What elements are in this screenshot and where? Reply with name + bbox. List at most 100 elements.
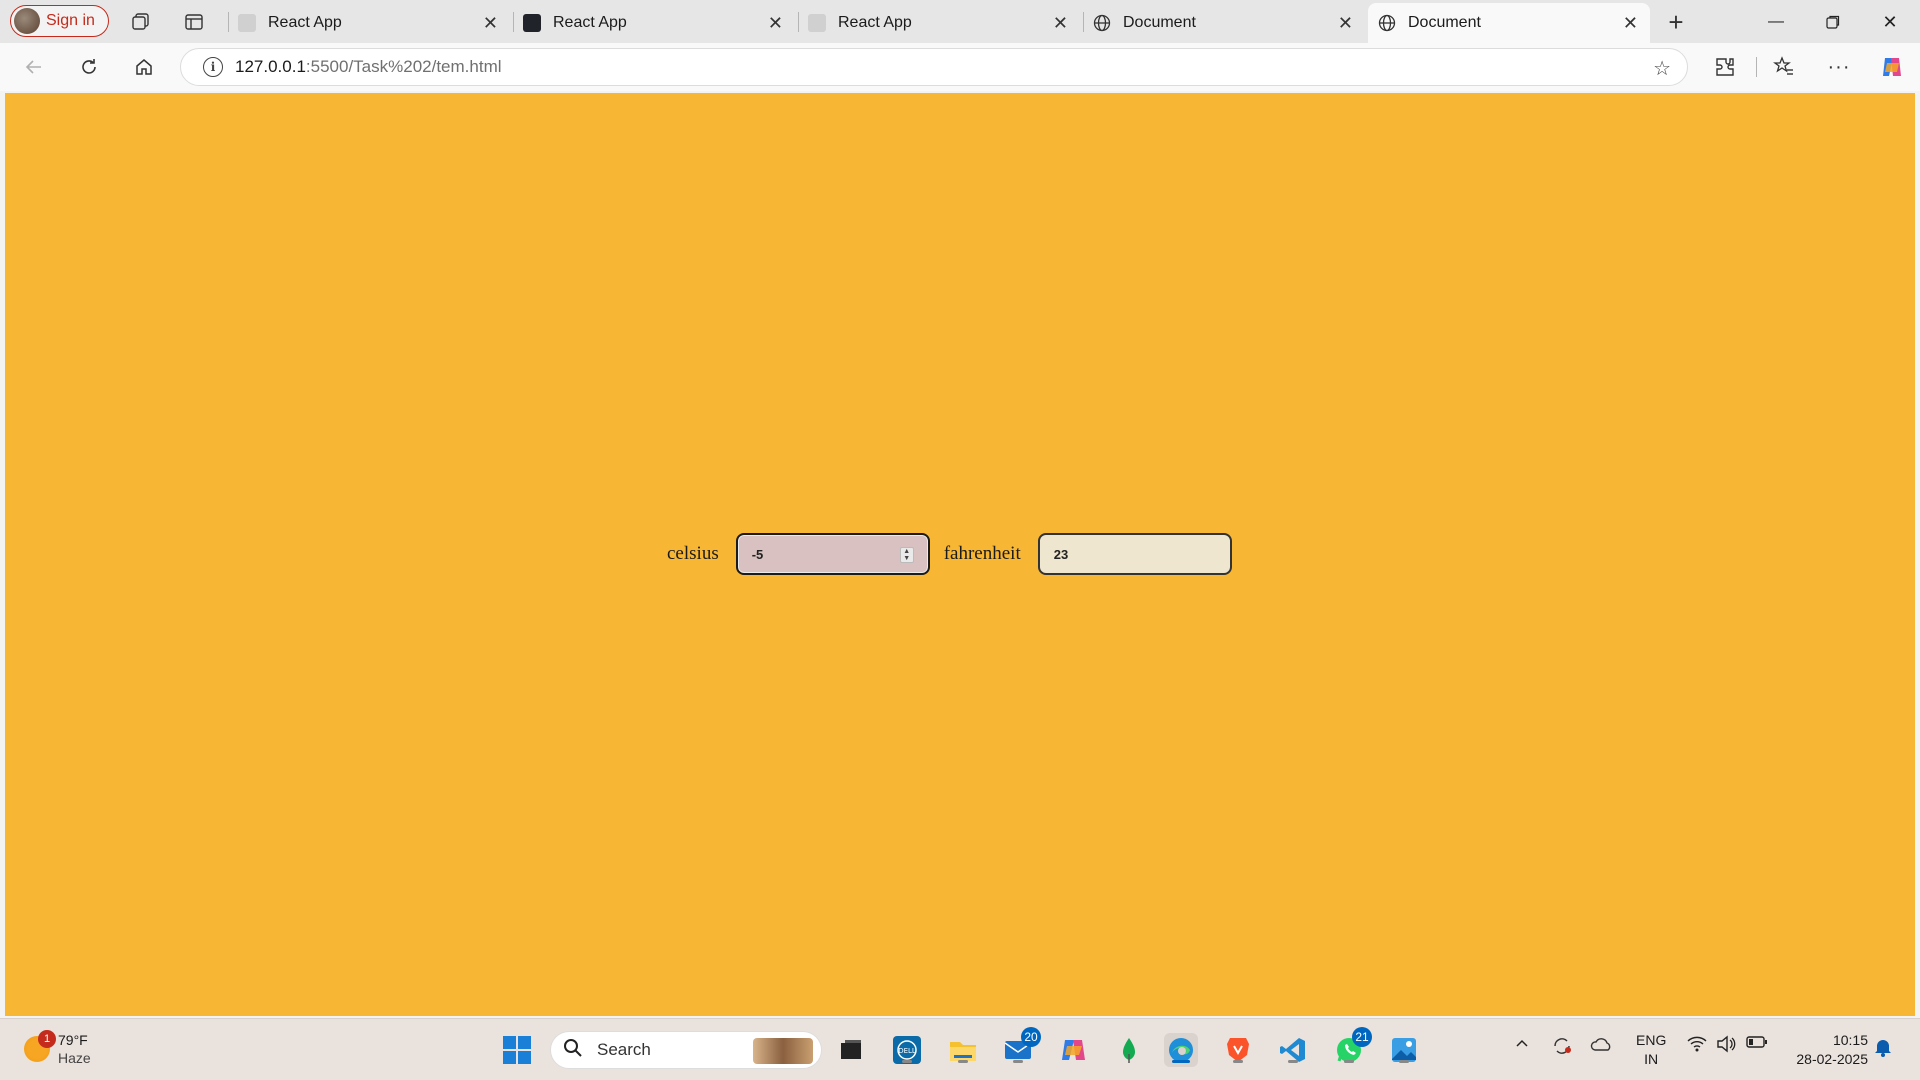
signin-button[interactable]: Sign in [10, 5, 109, 37]
mail-icon[interactable]: 20 [1001, 1027, 1041, 1067]
weather-badge: 1 [38, 1030, 56, 1048]
brave-browser-icon[interactable] [1221, 1033, 1255, 1067]
clock[interactable]: 10:15 28-02-2025 [1796, 1031, 1868, 1069]
search-label: Search [597, 1040, 651, 1059]
running-indicator [1013, 1060, 1023, 1063]
vscode-icon[interactable] [1276, 1033, 1310, 1067]
close-icon[interactable]: ✕ [483, 13, 498, 34]
more-options-icon[interactable]: ··· [1823, 53, 1855, 81]
weather-temp: 79°F [58, 1032, 88, 1048]
dell-app-icon[interactable]: DELL [890, 1033, 924, 1067]
home-icon[interactable] [128, 53, 160, 81]
clock-time: 10:15 [1832, 1032, 1868, 1048]
globe-icon [1378, 14, 1396, 32]
running-indicator [1399, 1060, 1409, 1063]
favorite-star-icon[interactable]: ☆ [1653, 56, 1671, 81]
photos-app-icon[interactable] [1387, 1033, 1421, 1067]
address-bar[interactable]: i 127.0.0.1:5500/Task%202/tem.html ☆ [180, 48, 1688, 86]
search-highlight-icon [753, 1038, 813, 1064]
new-tab-icon[interactable]: + [1662, 7, 1690, 37]
toolbar-separator [1756, 57, 1757, 77]
favorites-icon[interactable] [1768, 53, 1800, 81]
restore-icon[interactable] [1813, 8, 1853, 36]
tab-title: Document [1408, 14, 1481, 31]
url-host: 127.0.0.1 [235, 57, 306, 76]
number-spinner-icon[interactable]: ▲ ▼ [899, 547, 914, 563]
active-indicator [1172, 1060, 1190, 1063]
running-indicator [1288, 1060, 1298, 1063]
clock-date: 28-02-2025 [1796, 1051, 1868, 1067]
celsius-value: -5 [751, 546, 764, 562]
language-indicator[interactable]: ENG IN [1636, 1031, 1666, 1069]
svg-text:DELL: DELL [898, 1047, 916, 1055]
tab-react-app-3[interactable]: React App ✕ [798, 3, 1080, 43]
navigation-bar: i 127.0.0.1:5500/Task%202/tem.html ☆ ··· [0, 43, 1920, 91]
tab-title: Document [1123, 14, 1196, 31]
react-icon [808, 14, 826, 32]
tab-document-2[interactable]: Document ✕ [1368, 3, 1650, 43]
fahrenheit-label: fahrenheit [943, 543, 1021, 564]
fahrenheit-value: 23 [1053, 546, 1069, 562]
volume-icon[interactable] [1716, 1035, 1736, 1056]
close-icon[interactable]: ✕ [768, 13, 783, 34]
fahrenheit-input[interactable]: 23 [1037, 533, 1232, 575]
running-indicator [958, 1060, 968, 1063]
file-explorer-icon[interactable] [946, 1033, 980, 1067]
close-icon[interactable]: ✕ [1623, 13, 1638, 34]
windows-logo-icon [503, 1036, 531, 1064]
battery-icon[interactable] [1746, 1035, 1768, 1052]
tab-title: React App [553, 14, 627, 31]
close-icon[interactable]: ✕ [1338, 13, 1353, 34]
taskbar: 1 79°F Haze Search DELL 20 21 ENG IN 10:… [0, 1018, 1920, 1080]
whatsapp-icon[interactable]: 21 [1332, 1027, 1372, 1067]
tab-react-app-2[interactable]: React App ✕ [513, 3, 795, 43]
extensions-icon[interactable] [1709, 53, 1741, 81]
workspaces-icon[interactable] [127, 8, 155, 36]
show-hidden-icons-icon[interactable] [1514, 1035, 1530, 1054]
notification-bell-icon[interactable] [1874, 1037, 1892, 1060]
react-icon [238, 14, 256, 32]
profile-avatar [14, 8, 40, 34]
back-icon[interactable] [18, 53, 50, 81]
celsius-input[interactable]: -5 ▲ ▼ [735, 533, 930, 575]
tab-actions-icon[interactable] [180, 8, 208, 36]
minimize-icon[interactable]: — [1756, 8, 1796, 36]
weather-widget[interactable]: 1 79°F Haze [24, 1030, 91, 1067]
converter-form: celsius -5 ▲ ▼ fahrenheit 23 [667, 533, 1232, 575]
language-code: ENG [1636, 1032, 1667, 1048]
url-path: :5500/Task%202/tem.html [305, 57, 502, 76]
mongodb-icon[interactable] [1112, 1033, 1146, 1067]
globe-icon [1093, 14, 1111, 32]
region-code: IN [1644, 1051, 1659, 1067]
running-indicator [1344, 1060, 1354, 1063]
edge-browser-icon[interactable] [1164, 1033, 1198, 1067]
close-icon[interactable]: ✕ [1053, 13, 1068, 34]
weather-desc: Haze [58, 1050, 91, 1066]
task-view-icon[interactable] [834, 1033, 868, 1067]
mail-badge: 20 [1021, 1027, 1041, 1047]
search-icon [563, 1038, 583, 1063]
sync-icon[interactable] [1551, 1035, 1573, 1060]
tab-strip: Sign in React App ✕ React App ✕ React Ap… [0, 0, 1920, 43]
close-window-icon[interactable]: ✕ [1870, 8, 1910, 36]
signin-label: Sign in [46, 12, 95, 29]
tab-title: React App [268, 14, 342, 31]
site-info-icon[interactable]: i [203, 57, 223, 77]
celsius-label: celsius [667, 543, 719, 564]
onedrive-icon[interactable] [1590, 1035, 1614, 1058]
react-icon [523, 14, 541, 32]
tab-document-1[interactable]: Document ✕ [1083, 3, 1365, 43]
tab-title: React App [838, 14, 912, 31]
taskbar-search[interactable]: Search [550, 1031, 822, 1069]
copilot-app-icon[interactable] [1057, 1033, 1091, 1067]
whatsapp-badge: 21 [1352, 1027, 1372, 1047]
page-content: celsius -5 ▲ ▼ fahrenheit 23 [5, 93, 1915, 1016]
tab-react-app-1[interactable]: React App ✕ [228, 3, 510, 43]
running-indicator [1233, 1060, 1243, 1063]
wifi-icon[interactable] [1687, 1035, 1707, 1056]
refresh-icon[interactable] [73, 53, 105, 81]
start-button[interactable] [500, 1033, 534, 1067]
copilot-icon[interactable] [1876, 53, 1908, 81]
running-indicator [902, 1060, 912, 1063]
haze-sun-icon: 1 [24, 1030, 56, 1062]
